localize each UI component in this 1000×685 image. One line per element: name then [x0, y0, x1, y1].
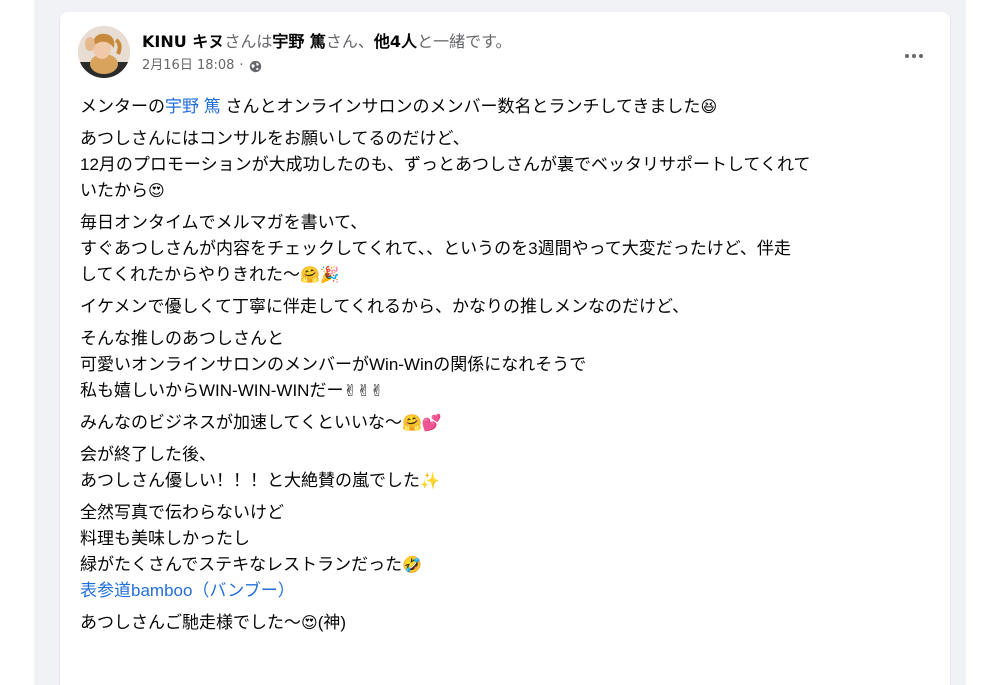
text-line: あつしさんにはコンサルをお願いしてるのだけど、 — [80, 129, 470, 148]
text-segment: あつしさんご馳走様でした〜 — [80, 613, 301, 632]
text-line: あつしさん優しい！！！と大絶賛の嵐でした✨ — [80, 468, 924, 494]
text-line: みんなのビジネスが加速してくといいな〜🤗💕 — [80, 410, 924, 436]
mention-link[interactable]: 宇野 篤 — [165, 97, 221, 116]
text-line: 料理も美味しかったし — [80, 529, 250, 548]
text-segment: 私も嬉しいからWIN-WIN-WINだー — [80, 381, 344, 400]
paragraph-6: みんなのビジネスが加速してくといいな〜🤗💕 — [80, 410, 924, 436]
post-time-line: 2月16日 18:08 · — [142, 58, 872, 74]
text-line: あつしさんご馳走様でした〜😍(神) — [80, 610, 924, 636]
paragraph-7: 会が終了した後、 あつしさん優しい！！！と大絶賛の嵐でした✨ — [80, 442, 924, 494]
text-line: 会が終了した後、 — [80, 445, 216, 464]
others-link[interactable]: 他4人 — [374, 32, 417, 51]
text-line: そんな推しのあつしさんと — [80, 329, 284, 348]
text-segment: いたから — [80, 181, 148, 200]
paragraph-2: あつしさんにはコンサルをお願いしてるのだけど、 12月のプロモーションが大成功し… — [80, 126, 924, 204]
more-options-button[interactable] — [896, 42, 932, 70]
feed-background: KINU キヌさんは宇野 篤さん、他4人と一緒です。 2月16日 18:08 · — [34, 0, 966, 685]
globe-icon[interactable] — [249, 60, 262, 73]
text-line: 毎日オンタイムでメルマガを書いて、 — [80, 213, 368, 232]
hug-party-emoji-icon: 🤗🎉 — [299, 265, 340, 284]
with-prefix: さんは — [224, 32, 273, 51]
separator-dot: · — [239, 58, 244, 73]
post-header: KINU キヌさんは宇野 篤さん、他4人と一緒です。 2月16日 18:08 · — [78, 26, 932, 82]
together-text: と一緒です。 — [417, 32, 512, 51]
text-line: 緑がたくさんでステキなレストランだった🤣 — [80, 552, 924, 578]
text-line: 12月のプロモーションが大成功したのも、ずっとあつしさんが裏でベッタリサポートし… — [80, 155, 811, 174]
text-line: すぐあつしさんが内容をチェックしてくれて、、というのを3週間やって大変だったけど… — [80, 239, 791, 258]
text-line: イケメンで優しくて丁寧に伴走してくれるから、かなりの推しメンなのだけど、 — [80, 297, 690, 316]
laughing-emoji-icon: 😆 — [700, 97, 718, 116]
text-line: 私も嬉しいからWIN-WIN-WINだー✌✌✌ — [80, 378, 924, 404]
author-avatar[interactable] — [78, 26, 130, 78]
heart-eyes-emoji-icon: 😍 — [301, 613, 318, 632]
more-dot — [912, 54, 916, 58]
text-line: いたから😍 — [80, 178, 924, 204]
tagged-person[interactable]: 宇野 篤 — [272, 32, 326, 51]
restaurant-link[interactable]: 表参道bamboo（バンブー） — [80, 578, 924, 604]
paragraph-8: 全然写真で伝わらないけど 料理も美味しかったし 緑がたくさんでステキなレストラン… — [80, 500, 924, 604]
text-segment: さんとオンラインサロンのメンバー数名とランチしてきました — [220, 97, 701, 116]
paragraph-9: あつしさんご馳走様でした〜😍(神) — [80, 610, 924, 636]
paragraph-3: 毎日オンタイムでメルマガを書いて、 すぐあつしさんが内容をチェックしてくれて、、… — [80, 210, 924, 288]
paragraph-4: イケメンで優しくて丁寧に伴走してくれるから、かなりの推しメンなのだけど、 — [80, 294, 924, 320]
post-meta: KINU キヌさんは宇野 篤さん、他4人と一緒です。 2月16日 18:08 · — [142, 32, 872, 74]
text-segment: (神) — [317, 613, 347, 632]
avatar-photo — [78, 26, 130, 78]
more-horizontal-icon — [905, 54, 909, 58]
paragraph-1: メンターの宇野 篤 さんとオンラインサロンのメンバー数名とランチしてきました😆 — [80, 94, 924, 120]
hug-heart-emoji-icon: 🤗💕 — [401, 413, 442, 432]
text-segment: してくれたからやりきれた〜 — [80, 265, 300, 284]
text-segment: あつしさん優しい！！！と大絶賛の嵐でした — [80, 471, 420, 490]
text-line: メンターの宇野 篤 さんとオンラインサロンのメンバー数名とランチしてきました😆 — [80, 94, 924, 120]
text-line: してくれたからやりきれた〜🤗🎉 — [80, 262, 924, 288]
post-timestamp[interactable]: 2月16日 18:08 — [142, 58, 234, 74]
text-segment: メンターの — [80, 97, 165, 116]
rolling-laughing-emoji-icon: 🤣 — [402, 555, 423, 574]
post-body: メンターの宇野 篤 さんとオンラインサロンのメンバー数名とランチしてきました😆 … — [80, 94, 924, 642]
tagged-suffix: さん、 — [325, 32, 374, 51]
author-line: KINU キヌさんは宇野 篤さん、他4人と一緒です。 — [142, 32, 872, 52]
victory-hand-emoji-icon: ✌✌✌ — [343, 381, 384, 400]
text-segment: みんなのビジネスが加速してくといいな〜 — [80, 413, 402, 432]
heart-eyes-emoji-icon: 😍 — [148, 181, 165, 200]
text-line: 全然写真で伝わらないけど — [80, 503, 284, 522]
text-line: 可愛いオンラインサロンのメンバーがWin-Winの関係になれそうで — [80, 355, 587, 374]
author-name[interactable]: KINU キヌ — [142, 32, 224, 51]
text-segment: 緑がたくさんでステキなレストランだった — [80, 555, 403, 574]
sparkles-emoji-icon: ✨ — [420, 471, 440, 490]
more-dot — [919, 54, 923, 58]
paragraph-5: そんな推しのあつしさんと 可愛いオンラインサロンのメンバーがWin-Winの関係… — [80, 326, 924, 404]
facebook-post-card: KINU キヌさんは宇野 篤さん、他4人と一緒です。 2月16日 18:08 · — [60, 12, 950, 685]
